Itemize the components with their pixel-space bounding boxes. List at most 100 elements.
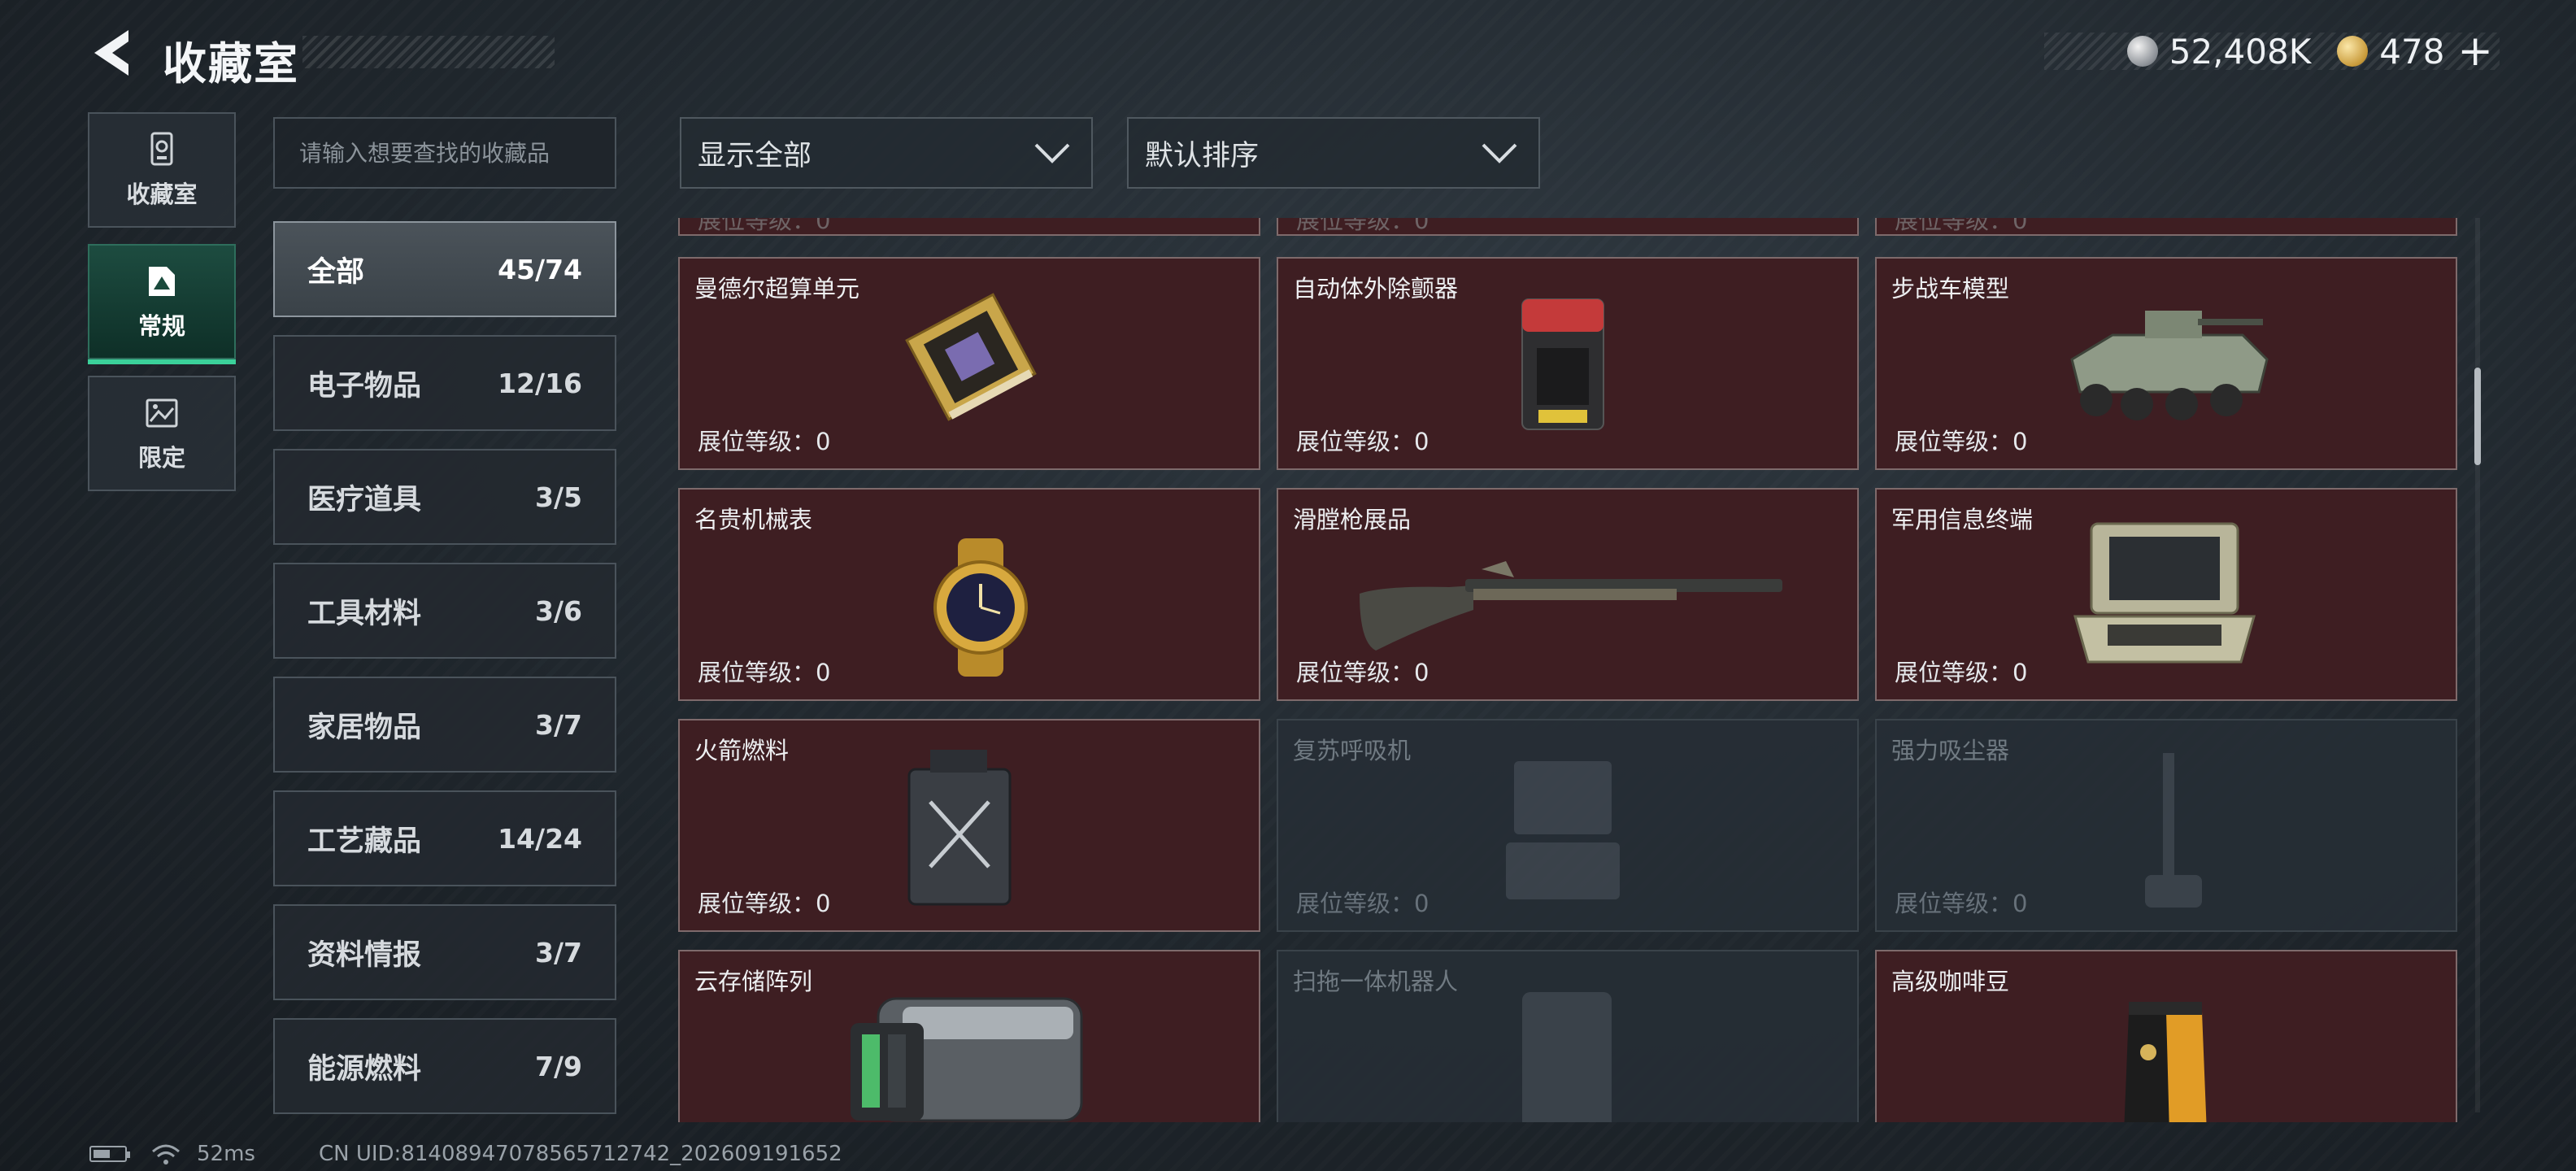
- subcategory-household[interactable]: 家居物品 3/7: [273, 677, 616, 773]
- tab-regular[interactable]: 常规: [88, 244, 236, 364]
- item-level: 展位等级：0: [1296, 218, 1429, 234]
- silver-balance: 52,408K: [2169, 31, 2312, 72]
- back-button[interactable]: [85, 24, 137, 81]
- subcategory-count: 14/24: [498, 822, 582, 855]
- item-name: 自动体外除颤器: [1293, 275, 1459, 303]
- item-card-partial[interactable]: 展位等级：0: [1875, 218, 2457, 236]
- item-card[interactable]: 高级咖啡豆 展位等级：0: [1875, 950, 2457, 1122]
- storage-array-icon: [851, 997, 1083, 1122]
- subcategory-name: 医疗道具: [307, 483, 422, 516]
- item-card[interactable]: 步战车模型 展位等级：0: [1875, 257, 2457, 470]
- tab-limited[interactable]: 限定: [88, 376, 236, 491]
- subcategory-name: 能源燃料: [307, 1052, 422, 1086]
- chevron-down-icon: [1482, 143, 1517, 163]
- subcategory-energy[interactable]: 能源燃料 7/9: [273, 1018, 616, 1114]
- item-name: 高级咖啡豆: [1891, 968, 2010, 995]
- gold-balance: 478: [2379, 31, 2445, 72]
- item-level: 展位等级：0: [1296, 428, 1429, 455]
- item-card-partial[interactable]: 展位等级：0: [678, 218, 1260, 236]
- item-name: 火箭燃料: [694, 737, 790, 764]
- ventilator-icon: [1506, 761, 1620, 899]
- search-box[interactable]: [273, 117, 616, 189]
- item-level: 展位等级：0: [1895, 428, 2028, 455]
- subcategory-count: 12/16: [498, 367, 582, 399]
- item-card-locked[interactable]: 扫拖一体机器人 展位等级：0: [1277, 950, 1859, 1122]
- item-name: 复苏呼吸机: [1293, 737, 1412, 764]
- subcategory-count: 3/7: [535, 708, 582, 741]
- currency-bar: 52,408K 478 +: [2044, 30, 2500, 72]
- subcategory-name: 家居物品: [307, 711, 422, 744]
- tab-label: 限定: [137, 444, 185, 472]
- subcategory-count: 3/6: [535, 594, 582, 627]
- vacuum-icon: [2145, 753, 2202, 908]
- subcategory-electronics[interactable]: 电子物品 12/16: [273, 335, 616, 431]
- subcategory-name: 资料情报: [307, 938, 422, 972]
- item-level: 展位等级：0: [1895, 890, 2028, 917]
- item-name: 名贵机械表: [694, 506, 813, 533]
- back-arrow-icon: [94, 30, 128, 76]
- item-level: 展位等级：0: [1296, 659, 1429, 686]
- subcategory-name: 工具材料: [307, 597, 422, 630]
- item-level: 展位等级：0: [1895, 218, 2028, 234]
- subcategory-crafts[interactable]: 工艺藏品 14/24: [273, 790, 616, 886]
- tab-collection[interactable]: 收藏室: [88, 112, 236, 228]
- ping-value: 52ms: [197, 1142, 255, 1166]
- status-footer: 52ms CN UID:814089470785657127​42_202609…: [89, 1142, 842, 1166]
- subcategory-intel[interactable]: 资料情报 3/7: [273, 904, 616, 1000]
- sort-value: 默认排序: [1145, 139, 1260, 172]
- subcategory-count: 3/5: [535, 481, 582, 513]
- item-card[interactable]: 自动体外除颤器 展位等级：0: [1277, 257, 1859, 470]
- item-card-locked[interactable]: 强力吸尘器 展位等级：0: [1875, 719, 2457, 932]
- add-currency-button[interactable]: +: [2457, 30, 2493, 72]
- item-card-locked[interactable]: 复苏呼吸机 展位等级：0: [1277, 719, 1859, 932]
- item-name: 步战车模型: [1891, 275, 2010, 303]
- filter-value: 显示全部: [698, 139, 812, 172]
- item-level: 展位等级：0: [698, 1116, 830, 1122]
- subcategory-count: 3/7: [535, 936, 582, 969]
- item-level: 展位等级：0: [1296, 890, 1429, 917]
- subcategory-name: 工艺藏品: [307, 825, 422, 858]
- filter-dropdown[interactable]: 显示全部: [680, 117, 1093, 189]
- item-level: 展位等级：0: [698, 659, 831, 686]
- item-card[interactable]: 名贵机械表 展位等级：0: [678, 488, 1260, 701]
- item-name: 强力吸尘器: [1891, 737, 2010, 764]
- sort-dropdown[interactable]: 默认排序: [1127, 117, 1540, 189]
- subcategory-medical[interactable]: 医疗道具 3/5: [273, 449, 616, 545]
- tab-label: 常规: [137, 312, 185, 340]
- item-card-partial[interactable]: 展位等级：0: [1277, 218, 1859, 236]
- tab-label: 收藏室: [126, 181, 198, 208]
- item-card[interactable]: 滑膛枪展品 展位等级：0: [1277, 488, 1859, 701]
- collection-icon: [150, 132, 173, 166]
- grid-scrollbar-thumb[interactable]: [2474, 368, 2481, 465]
- title-decoration: [302, 36, 555, 68]
- item-card[interactable]: 火箭燃料 展位等级：0: [678, 719, 1260, 932]
- subcategory-name: 电子物品: [307, 369, 422, 403]
- page-title: 收藏室: [163, 38, 299, 89]
- item-level: 展位等级：0: [1296, 1116, 1429, 1122]
- collection-grid: 展位等级：0 展位等级：0 展位等级：0 曼德尔超算单元 展位等级：0 自动体外…: [678, 218, 2462, 1122]
- item-card[interactable]: 曼德尔超算单元 展位等级：0: [678, 257, 1260, 470]
- user-uid: CN UID:814089470785657127​42_20260919165…: [318, 1142, 842, 1166]
- terminal-case-icon: [2073, 522, 2256, 664]
- item-level: 展位等级：0: [698, 428, 831, 455]
- item-level: 展位等级：0: [1895, 1116, 2027, 1122]
- search-input[interactable]: [298, 138, 592, 168]
- item-name: 曼德尔超算单元: [694, 275, 860, 303]
- item-card[interactable]: 云存储阵列 展位等级：0: [678, 950, 1260, 1122]
- subcategory-count: 45/74: [498, 253, 582, 285]
- subcategory-all[interactable]: 全部 45/74: [273, 221, 616, 317]
- coffee-bag-icon: [2124, 1002, 2207, 1122]
- item-name: 军用信息终端: [1891, 506, 2034, 533]
- item-name: 滑膛枪展品: [1293, 506, 1412, 533]
- subcategory-count: 7/9: [535, 1050, 582, 1082]
- regular-icon: [149, 267, 175, 296]
- silver-coin-icon: [2126, 36, 2158, 67]
- item-name: 扫拖一体机器人: [1293, 968, 1459, 995]
- subcategory-tools[interactable]: 工具材料 3/6: [273, 563, 616, 659]
- item-card[interactable]: 军用信息终端 展位等级：0: [1875, 488, 2457, 701]
- grid-scrollbar[interactable]: [2475, 218, 2480, 1112]
- gold-coin-icon: [2337, 36, 2369, 67]
- wifi-icon: [152, 1144, 180, 1164]
- defibrillator-icon: [1521, 298, 1604, 430]
- item-level: 展位等级：0: [1895, 659, 2028, 686]
